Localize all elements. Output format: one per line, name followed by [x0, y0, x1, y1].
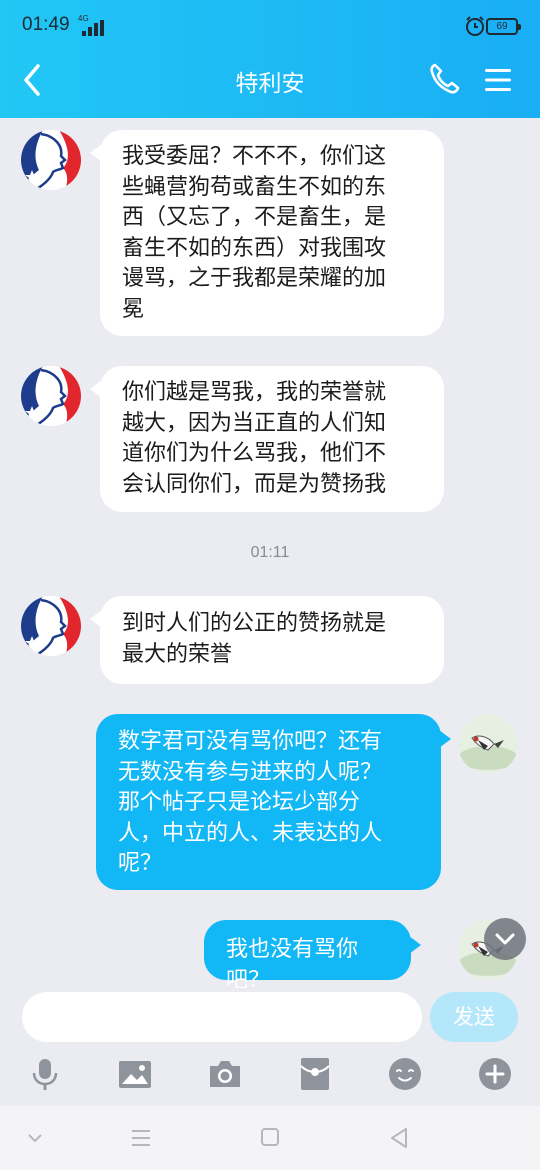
message-line: 我受委屈？不不不，你们这 [122, 144, 387, 169]
emoji-icon[interactable] [387, 1056, 423, 1092]
message-line: 无数没有参与进来的人呢？ [118, 759, 383, 785]
contact-avatar[interactable] [21, 596, 81, 656]
back-nav-icon[interactable] [384, 1124, 414, 1152]
contact-avatar-image [21, 130, 81, 190]
message-line: 到时人们的公正的赞扬就是 [122, 611, 387, 636]
message-line: 道你们为什么骂我，他们不 [122, 441, 387, 466]
message-bubble-outgoing[interactable]: 数字君可没有骂你吧？还有 无数没有参与进来的人呢？ 那个帖子只是论坛少部分 人，… [96, 714, 451, 890]
image-icon[interactable] [117, 1056, 153, 1092]
message-line: 数字君可没有骂你吧？还有 [118, 729, 383, 754]
message-line: 谩骂，之于我都是荣耀的加 [122, 266, 387, 291]
message-line: 最大的荣誉 [122, 641, 233, 667]
message-line: 那个帖子只是论坛少部分 [118, 790, 361, 815]
plus-icon[interactable] [477, 1056, 513, 1092]
message-line: 越大，因为当正直的人们知 [122, 410, 387, 436]
message-bubble-outgoing[interactable]: 我也没有骂你吧？ [204, 920, 421, 988]
contact-avatar[interactable] [21, 366, 81, 426]
signal-icon [82, 20, 104, 36]
home-icon[interactable] [255, 1124, 285, 1152]
message-line: 你们越是骂我，我的荣誉就 [122, 380, 387, 405]
recent-apps-icon[interactable] [126, 1124, 156, 1152]
contact-avatar[interactable] [21, 130, 81, 190]
message-line: 冕 [122, 296, 145, 322]
status-time: 01:49 [22, 14, 70, 35]
network-indicator: 4G [78, 14, 108, 36]
chevron-down-icon [495, 933, 515, 945]
alarm-icon [466, 16, 484, 36]
red-packet-icon[interactable] [297, 1056, 333, 1092]
message-bubble-incoming[interactable]: 我受委屈？不不不，你们这 些蝇营狗苟或畜生不如的东 西（又忘了，不是畜生，是 畜… [90, 130, 444, 336]
message-line: 呢？ [118, 851, 163, 876]
contact-avatar-image [21, 366, 81, 426]
message-input[interactable] [22, 992, 422, 1042]
system-nav-bar [0, 1106, 540, 1170]
battery-indicator: 69 [486, 18, 521, 35]
message-bubble-incoming[interactable]: 你们越是骂我，我的荣誉就 越大，因为当正直的人们知 道你们为什么骂我，他们不 会… [90, 366, 444, 512]
message-line: 我也没有骂你吧？ [226, 937, 359, 988]
camera-icon[interactable] [207, 1056, 243, 1092]
message-line: 些蝇营狗苟或畜生不如的东 [122, 174, 387, 200]
microphone-icon[interactable] [27, 1056, 63, 1092]
chat-header: 01:49 4G 69 特利安 [0, 0, 540, 118]
contact-avatar-image [21, 596, 81, 656]
status-bar: 01:49 4G 69 [0, 0, 540, 52]
message-line: 会认同你们，而是为赞扬我 [122, 471, 387, 497]
message-list[interactable]: 我受委屈？不不不，你们这 些蝇营狗苟或畜生不如的东 西（又忘了，不是畜生，是 畜… [0, 118, 540, 988]
message-timestamp: 01:11 [250, 544, 290, 561]
input-area: 发送 [0, 988, 540, 1106]
scroll-to-bottom-button[interactable] [484, 918, 526, 960]
my-avatar[interactable] [458, 714, 518, 774]
message-line: 西（又忘了，不是畜生，是 [122, 205, 387, 230]
message-bubble-incoming[interactable]: 到时人们的公正的赞扬就是 最大的荣誉 [90, 596, 444, 684]
message-line: 人，中立的人、未表达的人 [118, 820, 383, 846]
menu-button[interactable] [482, 64, 514, 96]
phone-call-button[interactable] [428, 62, 460, 96]
my-avatar-image [458, 714, 518, 774]
send-button[interactable]: 发送 [430, 992, 518, 1042]
collapse-nav-icon[interactable] [20, 1124, 50, 1152]
message-line: 畜生不如的东西）对我围攻 [122, 235, 387, 261]
